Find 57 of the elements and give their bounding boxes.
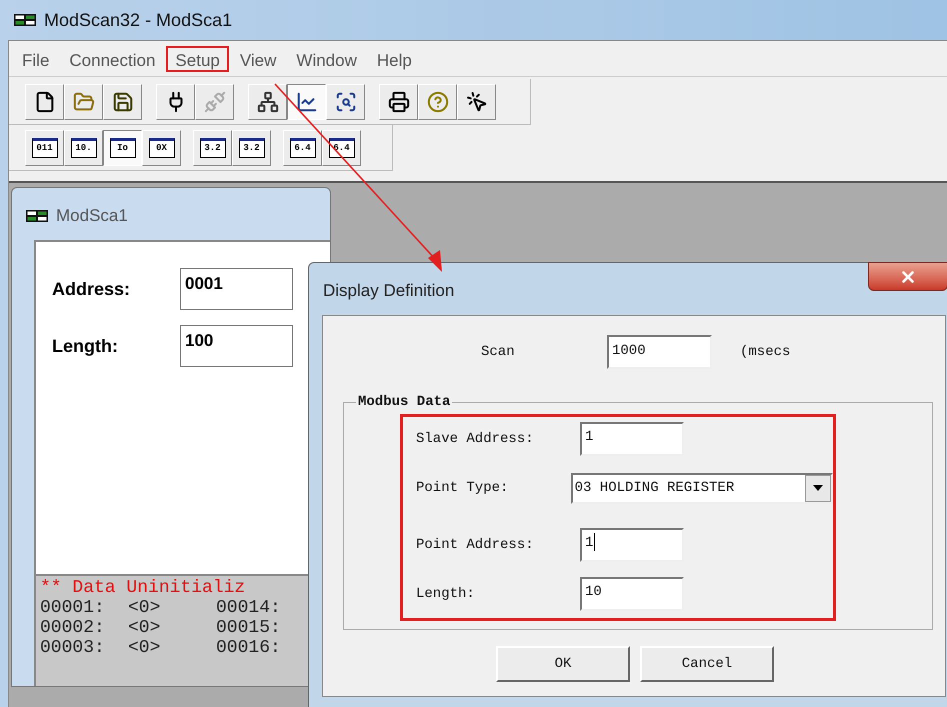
value-field[interactable]: 0001 [180, 268, 293, 310]
register-address: 00001: [40, 598, 106, 618]
menu-item[interactable]: Connection [60, 46, 164, 72]
field-label: Length: [416, 584, 476, 604]
format-button[interactable]: 6.4 [283, 130, 322, 166]
menu-item[interactable]: Help [368, 46, 421, 72]
field-label: Slave Address: [416, 430, 535, 448]
close-button[interactable] [868, 262, 947, 291]
text-field[interactable]: 1 [580, 528, 684, 562]
menu-item[interactable]: Setup [166, 46, 229, 72]
printer-icon [388, 90, 410, 112]
format-button[interactable]: 10. [64, 130, 103, 166]
register-value: <0> [128, 638, 162, 658]
register-address: 00002: [40, 618, 106, 638]
register-value: <0> [128, 598, 162, 618]
menu-item[interactable]: File [13, 46, 58, 72]
window-title: ModScan32 - ModSca1 [44, 8, 232, 32]
field-label: Length: [52, 334, 119, 358]
field-label: Address: [52, 278, 132, 300]
dialog-button[interactable]: OK [496, 646, 630, 682]
register-address: 00016: [216, 638, 281, 658]
app-icon [26, 210, 48, 222]
app-icon [14, 14, 36, 26]
dropdown-arrow-icon [813, 485, 823, 491]
network-icon [256, 90, 278, 112]
register-value: <0> [128, 618, 162, 638]
field-label: Point Address: [416, 536, 535, 554]
register-address: 00015: [216, 618, 281, 638]
chart-icon [296, 90, 318, 112]
folder-icon [72, 90, 94, 112]
status-message: ** Data Uninitializ [40, 578, 246, 598]
child-window-title: ModSca1 [56, 205, 128, 228]
format-button[interactable]: 3.2 [232, 130, 271, 166]
menu-item[interactable]: View [230, 46, 286, 72]
magnifier-icon [334, 90, 356, 112]
register-address: 00003: [40, 638, 106, 658]
format-button[interactable]: Io [103, 130, 142, 166]
point-type-dropdown[interactable]: 03 HOLDING REGISTER [570, 472, 833, 504]
format-button[interactable]: 3.2 [193, 130, 232, 166]
dialog-title: Display Definition [323, 280, 454, 302]
text-field[interactable]: 1 [580, 422, 684, 456]
field-label: Point Type: [416, 478, 510, 498]
format-button[interactable]: 0X [142, 130, 181, 166]
value-field[interactable]: 100 [180, 325, 293, 367]
register-address: 00014: [216, 598, 281, 618]
text-field[interactable]: 10 [580, 577, 684, 611]
scan-field[interactable]: 1000 [607, 335, 712, 369]
toolbar-button[interactable] [287, 84, 326, 120]
format-button[interactable]: 011 [25, 130, 64, 166]
unit-label: (msecs [740, 342, 790, 362]
scan-label: Scan [481, 342, 516, 362]
save-icon [112, 90, 134, 112]
menu-item[interactable]: Window [287, 46, 366, 72]
dialog-button[interactable]: Cancel [640, 646, 774, 682]
document-icon [34, 90, 56, 112]
unplug-icon [204, 90, 226, 112]
help-icon [426, 90, 448, 112]
